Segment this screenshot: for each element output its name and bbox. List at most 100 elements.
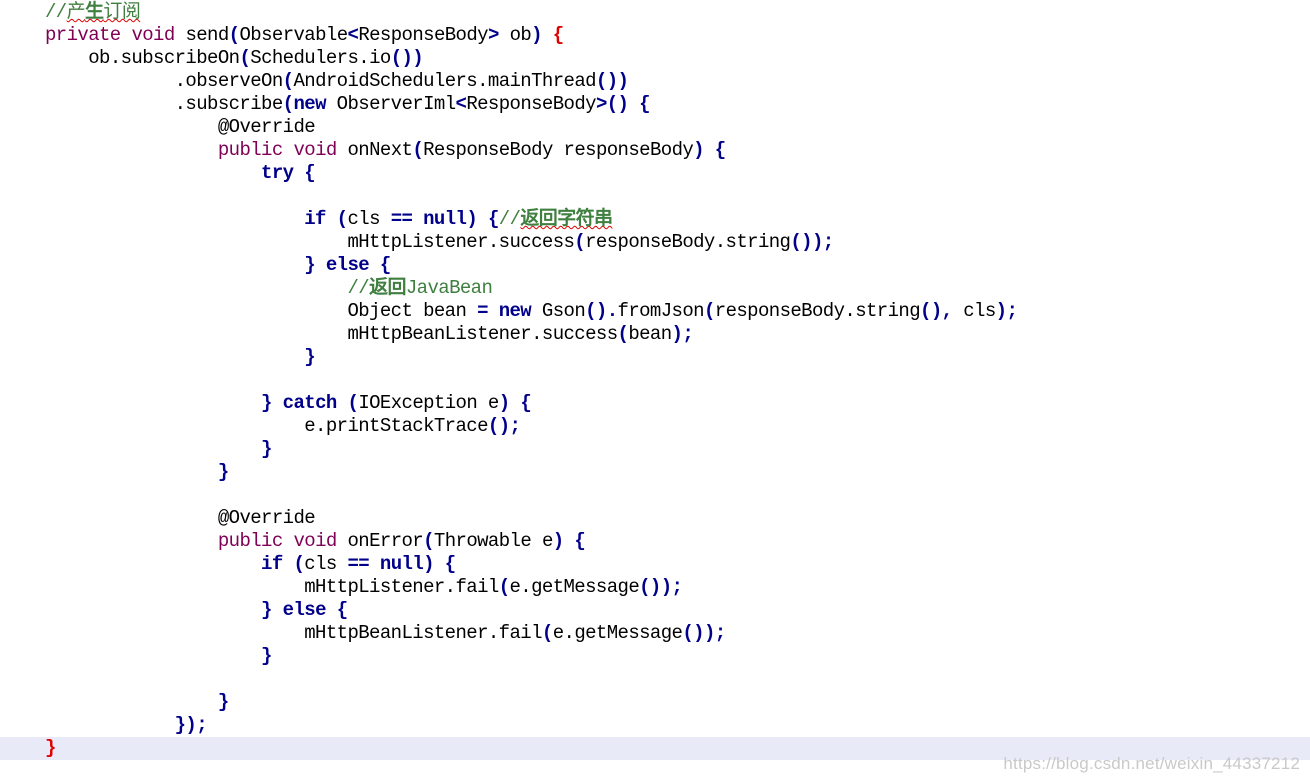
code-line[interactable]: public void onError(Throwable e) { bbox=[0, 530, 1310, 553]
code-line[interactable] bbox=[0, 668, 1310, 691]
code-line-content: .observeOn(AndroidSchedulers.mainThread(… bbox=[45, 70, 629, 93]
code-token: ( bbox=[412, 139, 424, 161]
code-line[interactable]: e.printStackTrace(); bbox=[0, 415, 1310, 438]
code-line-content: } bbox=[45, 645, 272, 668]
code-editor[interactable]: //产生订阅 private void send(Observable<Respo… bbox=[0, 0, 1310, 782]
code-token: } bbox=[261, 599, 272, 621]
code-line[interactable] bbox=[0, 484, 1310, 507]
code-token: } bbox=[304, 346, 316, 368]
code-line-content: //返回JavaBean bbox=[45, 277, 492, 300]
code-token: { bbox=[487, 208, 499, 230]
watermark: https://blog.csdn.net/weixin_44337212 bbox=[1003, 754, 1300, 773]
code-token: else bbox=[325, 254, 370, 276]
code-token: ( bbox=[423, 530, 434, 552]
code-token: 返回字符串 bbox=[520, 208, 613, 230]
code-line[interactable]: } bbox=[0, 438, 1310, 461]
code-token: mHttpBeanListener.fail bbox=[304, 622, 542, 644]
code-line[interactable]: Object bean = new Gson().fromJson(respon… bbox=[0, 300, 1310, 323]
code-line[interactable]: //返回JavaBean bbox=[0, 277, 1310, 300]
code-line[interactable]: } bbox=[0, 691, 1310, 714]
code-line[interactable]: mHttpListener.fail(e.getMessage()); bbox=[0, 576, 1310, 599]
code-token: IOException e bbox=[358, 392, 499, 414]
code-token: { bbox=[336, 599, 348, 621]
code-token: = bbox=[477, 300, 488, 322]
code-token: ( bbox=[541, 622, 553, 644]
code-token: fromJson bbox=[617, 300, 705, 322]
code-line[interactable]: @Override bbox=[0, 116, 1310, 139]
code-line[interactable]: } catch (IOException e) { bbox=[0, 392, 1310, 415]
code-line[interactable]: } bbox=[0, 461, 1310, 484]
code-line-content: } else { bbox=[45, 254, 391, 277]
code-line[interactable]: .subscribe(new ObserverIml<ResponseBody>… bbox=[0, 93, 1310, 116]
code-line[interactable]: ob.subscribeOn(Schedulers.io()) bbox=[0, 47, 1310, 70]
code-token: (); bbox=[487, 415, 521, 437]
code-line[interactable]: if (cls == null) {//返回字符串 bbox=[0, 208, 1310, 231]
code-line-content: Object bean = new Gson().fromJson(respon… bbox=[45, 300, 1017, 323]
code-token: ( bbox=[498, 576, 510, 598]
code-line[interactable]: @Override bbox=[0, 507, 1310, 530]
code-line[interactable]: } else { bbox=[0, 254, 1310, 277]
code-line[interactable]: mHttpListener.success(responseBody.strin… bbox=[0, 231, 1310, 254]
code-token: } bbox=[217, 691, 229, 713]
code-line[interactable] bbox=[0, 369, 1310, 392]
code-token: }); bbox=[174, 714, 208, 736]
code-line-content: try { bbox=[45, 162, 316, 185]
code-token: 返回 bbox=[369, 277, 406, 299]
code-line[interactable]: .observeOn(AndroidSchedulers.mainThread(… bbox=[0, 70, 1310, 93]
code-line-content: public void onNext(ResponseBody response… bbox=[45, 139, 726, 162]
code-line[interactable]: mHttpBeanListener.success(bean); bbox=[0, 323, 1310, 346]
code-line[interactable]: try { bbox=[0, 162, 1310, 185]
code-token: < bbox=[347, 24, 359, 46]
code-token: == bbox=[347, 553, 370, 575]
code-token: } bbox=[261, 392, 272, 414]
code-token: == bbox=[390, 208, 413, 230]
code-line[interactable]: if (cls == null) { bbox=[0, 553, 1310, 576]
code-token: ()); bbox=[682, 622, 726, 644]
code-line[interactable]: //产生订阅 bbox=[0, 1, 1310, 24]
code-token: { bbox=[714, 139, 726, 161]
code-line[interactable]: mHttpBeanListener.fail(e.getMessage()); bbox=[0, 622, 1310, 645]
code-line[interactable]: public void onNext(ResponseBody response… bbox=[0, 139, 1310, 162]
code-line[interactable]: } bbox=[0, 346, 1310, 369]
code-token: ObserverIml bbox=[325, 93, 456, 115]
code-token: cls bbox=[347, 208, 391, 230]
code-token: else bbox=[282, 599, 327, 621]
code-line[interactable]: private void send(Observable<ResponseBod… bbox=[0, 24, 1310, 47]
code-token: public bbox=[217, 530, 283, 552]
code-line-content: .subscribe(new ObserverIml<ResponseBody>… bbox=[45, 93, 651, 116]
code-token: ); bbox=[671, 323, 694, 345]
code-token: { bbox=[552, 24, 564, 46]
code-line[interactable]: } bbox=[0, 645, 1310, 668]
code-token: ResponseBody bbox=[358, 24, 488, 46]
code-line[interactable]: } else { bbox=[0, 599, 1310, 622]
code-token: new bbox=[293, 93, 326, 115]
code-line[interactable]: }); bbox=[0, 714, 1310, 737]
code-token: if bbox=[261, 553, 283, 575]
code-line-content: } catch (IOException e) { bbox=[45, 392, 532, 415]
code-line-content: }); bbox=[45, 714, 208, 737]
code-token: ); bbox=[995, 300, 1018, 322]
code-token: ) bbox=[423, 553, 434, 575]
code-line[interactable] bbox=[0, 185, 1310, 208]
code-token: < bbox=[455, 93, 467, 115]
code-token: (), bbox=[920, 300, 953, 322]
code-token: ( bbox=[228, 24, 240, 46]
code-token: // bbox=[45, 1, 67, 23]
code-token: AndroidSchedulers.mainThread bbox=[293, 70, 596, 92]
code-token: ( bbox=[239, 47, 251, 69]
code-line-content: mHttpBeanListener.fail(e.getMessage()); bbox=[45, 622, 726, 645]
code-token: (). bbox=[585, 300, 618, 322]
